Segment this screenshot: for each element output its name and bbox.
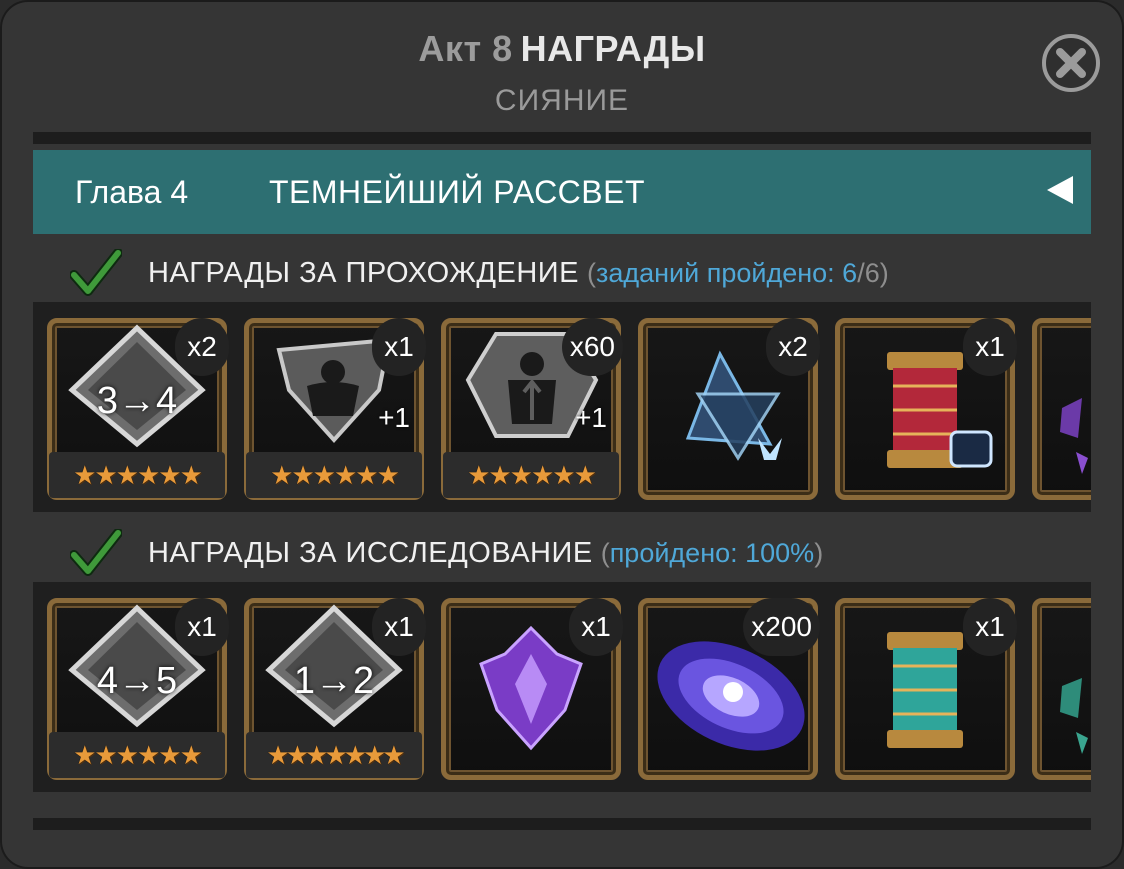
star-rating: ★★★★★★ <box>49 732 225 778</box>
reward-item[interactable]: 4→5 x1 ★★★★★★ <box>47 598 229 780</box>
star-rating: ★★★★★★ <box>49 452 225 498</box>
teal-shard-icon <box>1060 678 1088 754</box>
dialog-title: Акт 8 НАГРАДЫ <box>0 28 1124 70</box>
reward-item[interactable]: x1 <box>835 318 1017 500</box>
purple-shard-icon <box>1060 398 1088 474</box>
count-badge: x2 <box>175 318 229 376</box>
count-badge: x1 <box>175 598 229 656</box>
bonus-text: +1 <box>575 402 607 433</box>
count-badge: x60 <box>561 318 623 376</box>
upgrade-text: 1→2 <box>293 660 375 702</box>
reward-item[interactable]: 1→2 x1 ★★★★★★★ <box>244 598 426 780</box>
star-rating: ★★★★★★ <box>443 452 619 498</box>
chapter-name: ТЕМНЕЙШИЙ РАССВЕТ <box>269 174 646 210</box>
reward-item[interactable]: +1 x1 ★★★★★★ <box>244 318 426 500</box>
chapter-number: Глава 4 <box>75 174 189 210</box>
section-progress: (заданий пройдено: 6/6) <box>586 257 889 288</box>
bonus-text: +1 <box>378 402 410 433</box>
section-completion-header: НАГРАДЫ ЗА ПРОХОЖДЕНИЕ (заданий пройдено… <box>70 248 889 298</box>
check-icon <box>70 249 122 296</box>
divider-top <box>33 132 1091 144</box>
reward-item[interactable]: x1 <box>441 598 623 780</box>
section-label: НАГРАДЫ ЗА ИССЛЕДОВАНИЕ <box>148 536 593 569</box>
collapse-arrow-icon[interactable] <box>1047 176 1073 204</box>
count-badge: x1 <box>963 318 1017 376</box>
count-badge: x2 <box>766 318 820 376</box>
act-label: Акт 8 <box>418 28 513 69</box>
section-exploration-header: НАГРАДЫ ЗА ИССЛЕДОВАНИЕ (пройдено: 100%) <box>70 528 823 578</box>
check-icon <box>70 529 122 576</box>
count-badge: x1 <box>372 598 426 656</box>
section-label: НАГРАДЫ ЗА ПРОХОЖДЕНИЕ <box>148 256 579 289</box>
count-badge: x200 <box>743 598 820 656</box>
rewards-title: НАГРАДЫ <box>520 28 706 69</box>
reward-item-partial[interactable] <box>1032 598 1091 780</box>
count-badge: x1 <box>569 598 623 656</box>
reward-item-partial[interactable] <box>1032 318 1091 500</box>
star-rating: ★★★★★★★ <box>246 732 422 778</box>
close-icon <box>1056 48 1086 78</box>
count-badge: x1 <box>963 598 1017 656</box>
dialog-header: Акт 8 НАГРАДЫ СИЯНИЕ <box>0 28 1124 118</box>
reward-item[interactable]: x200 <box>638 598 820 780</box>
close-button[interactable] <box>1042 34 1100 92</box>
reward-item[interactable]: 3→4 x2 ★★★★★★ <box>47 318 229 500</box>
reward-item[interactable]: +1 x60 ★★★★★★ <box>441 318 623 500</box>
chapter-header[interactable]: Глава 4 ТЕМНЕЙШИЙ РАССВЕТ <box>33 150 1091 234</box>
rewards-row-exploration[interactable]: 4→5 x1 ★★★★★★ 1→2 x1 ★★★★★★★ x1 x200 x1 <box>33 582 1091 792</box>
reward-item[interactable]: x2 <box>638 318 820 500</box>
divider-bottom <box>33 818 1091 830</box>
count-badge: x1 <box>372 318 426 376</box>
upgrade-text: 4→5 <box>96 660 178 702</box>
difficulty-subtitle: СИЯНИЕ <box>494 84 630 117</box>
section-progress: (пройдено: 100%) <box>600 537 824 568</box>
reward-item[interactable]: x1 <box>835 598 1017 780</box>
rewards-row-completion[interactable]: 3→4 x2 ★★★★★★ +1 x1 ★★★★★★ +1 x60 ★★★★★★… <box>33 302 1091 512</box>
star-rating: ★★★★★★ <box>246 452 422 498</box>
upgrade-text: 3→4 <box>96 380 178 422</box>
